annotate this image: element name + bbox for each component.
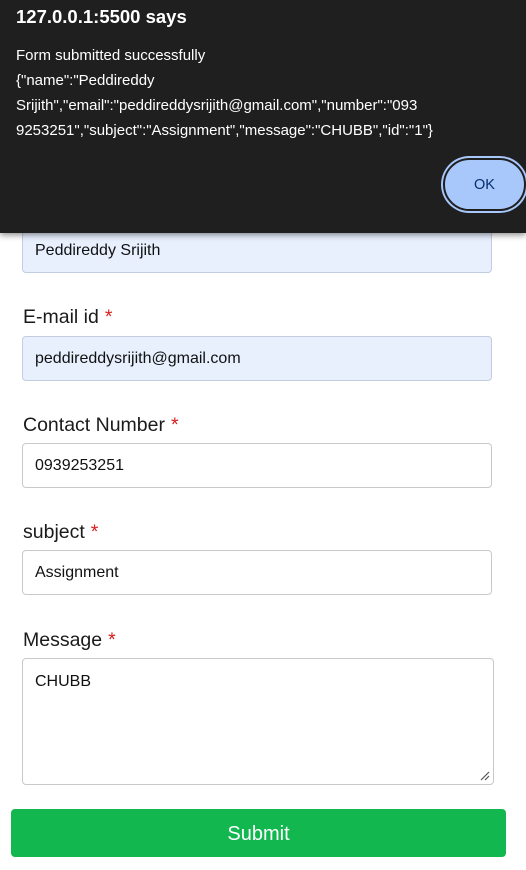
alert-dialog: 127.0.0.1:5500 says Form submitted succe…: [0, 0, 526, 233]
dialog-message: Form submitted successfully {"name":"Ped…: [16, 43, 466, 143]
dialog-message-line: {"name":"Peddireddy: [16, 72, 155, 89]
dialog-message-line: Srijith","email":"peddireddysrijith@gmai…: [16, 97, 418, 114]
message-label: Message *: [23, 628, 116, 652]
email-input-value: peddireddysrijith@gmail.com: [35, 350, 241, 367]
contact-number-required-mark: *: [170, 414, 179, 436]
dialog-message-line: 9253251","subject":"Assignment","message…: [16, 122, 433, 139]
message-required-mark: *: [108, 629, 116, 651]
message-textarea[interactable]: CHUBB: [22, 658, 494, 785]
dialog-title: 127.0.0.1:5500 says: [16, 6, 187, 27]
email-label: E-mail id *: [23, 305, 112, 329]
contact-number-input[interactable]: 0939253251: [22, 443, 492, 488]
email-required-mark: *: [104, 306, 113, 328]
contact-number-label-text: Contact Number: [23, 414, 165, 436]
name-input[interactable]: Peddireddy Srijith: [22, 228, 492, 273]
email-label-text: E-mail id: [23, 306, 99, 328]
resize-grip-icon[interactable]: [480, 771, 490, 781]
message-label-text: Message: [23, 629, 103, 651]
contact-number-label: Contact Number *: [23, 413, 179, 437]
email-input[interactable]: peddireddysrijith@gmail.com: [22, 336, 492, 381]
subject-input-value: Assignment: [35, 564, 119, 581]
subject-required-mark: *: [90, 521, 99, 543]
dialog-message-line: Form submitted successfully: [16, 47, 206, 64]
subject-label-text: subject: [23, 521, 85, 543]
contact-number-input-value: 0939253251: [35, 457, 124, 474]
name-input-value: Peddireddy Srijith: [35, 242, 161, 259]
message-textarea-value: CHUBB: [35, 673, 92, 690]
subject-input[interactable]: Assignment: [22, 550, 492, 595]
ok-button[interactable]: OK: [443, 158, 526, 211]
subject-label: subject *: [23, 520, 98, 544]
submit-button[interactable]: Submit: [11, 809, 506, 857]
